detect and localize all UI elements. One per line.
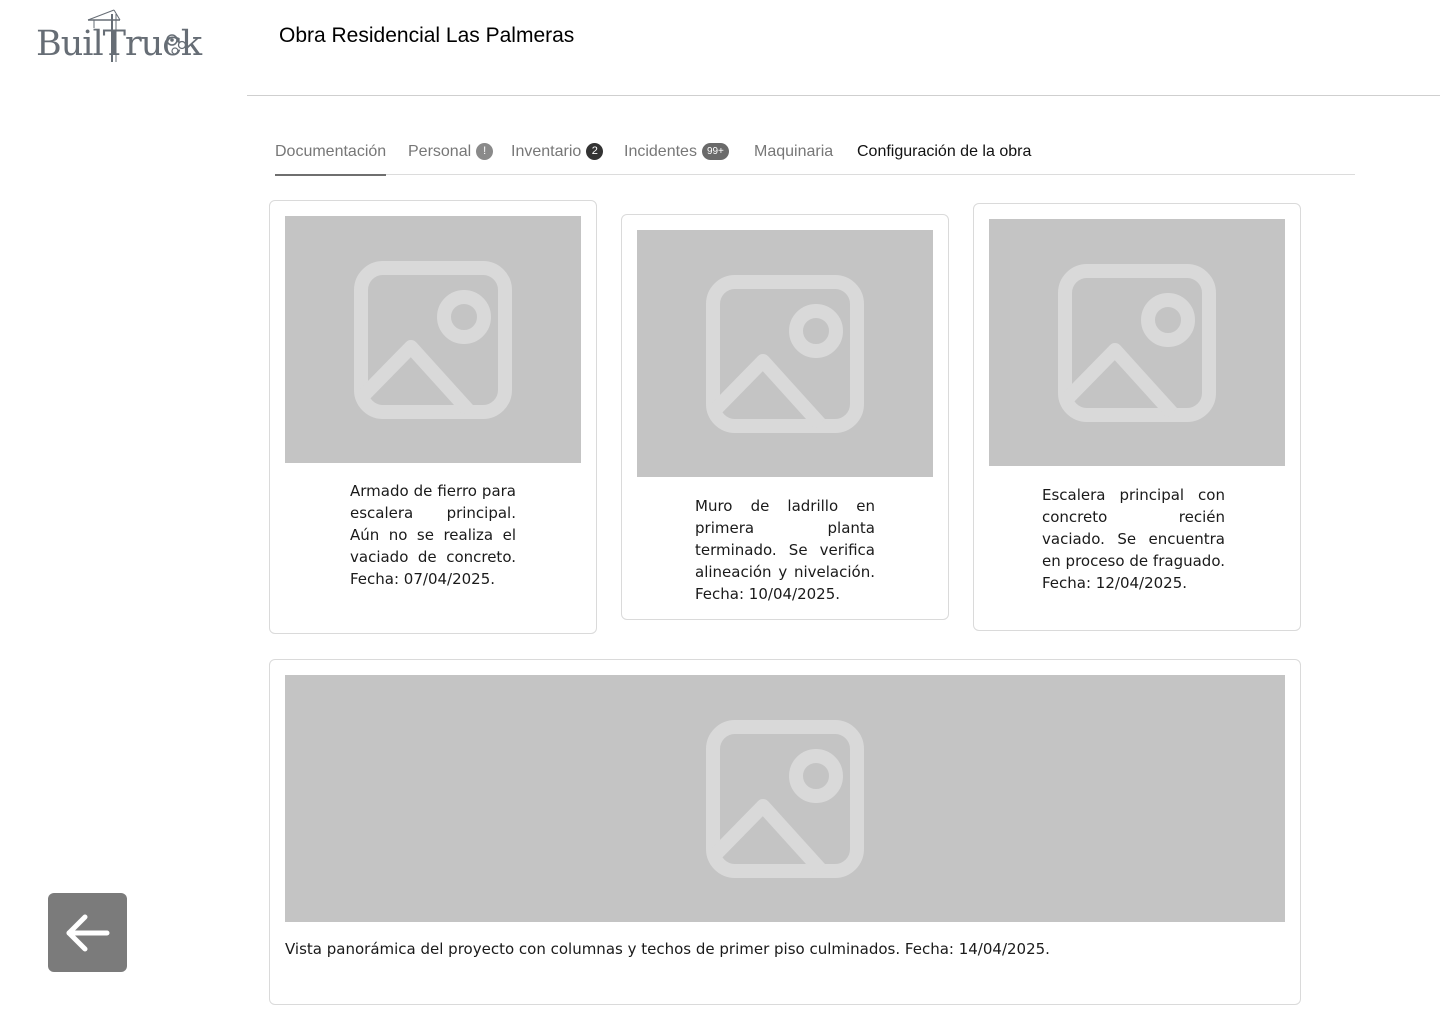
image-placeholder-icon	[706, 719, 864, 878]
alert-badge: !	[476, 143, 494, 160]
photo-caption: Vista panorámica del proyecto con column…	[285, 940, 1050, 958]
page-title: Obra Residencial Las Palmeras	[279, 24, 575, 47]
image-placeholder-icon	[354, 260, 512, 419]
photo-placeholder[interactable]	[989, 219, 1285, 466]
photo-placeholder[interactable]	[285, 216, 581, 463]
tab-personal[interactable]: Personal !	[408, 138, 494, 175]
image-placeholder-icon	[1058, 263, 1216, 422]
tab-label: Configuración de la obra	[857, 143, 1032, 160]
tab-configuracion[interactable]: Configuración de la obra	[857, 138, 1031, 175]
gallery-card[interactable]: Escalera principal con concreto recién v…	[973, 203, 1301, 631]
tab-inventario[interactable]: Inventario 2	[511, 138, 604, 175]
tab-label: Documentación	[275, 143, 387, 160]
photo-placeholder[interactable]	[285, 675, 1285, 922]
tab-label: Inventario	[511, 143, 582, 160]
gallery-card[interactable]: Armado de fierro para escalera principal…	[269, 200, 597, 634]
count-badge: 99+	[701, 143, 729, 160]
arrow-left-icon	[66, 914, 109, 951]
photo-caption: Armado de fierro para escalera principal…	[350, 482, 516, 588]
tab-bar: Documentación Personal ! Inventario 2 In…	[275, 138, 1355, 176]
gallery-card-wide[interactable]: Vista panorámica del proyecto con column…	[269, 659, 1301, 1005]
photo-caption: Muro de ladrillo en primera planta termi…	[695, 497, 875, 603]
tab-documentacion[interactable]: Documentación	[275, 138, 387, 176]
logo-wordmark: BuilTruck	[36, 24, 202, 64]
gallery-card[interactable]: Muro de ladrillo en primera planta termi…	[621, 214, 949, 620]
tab-label: Personal	[408, 143, 472, 160]
photo-caption: Escalera principal con concreto recién v…	[1042, 486, 1225, 592]
image-placeholder-icon	[706, 274, 864, 433]
count-badge: 2	[586, 143, 604, 160]
tab-label: Maquinaria	[754, 143, 834, 160]
builtruck-logo[interactable]: BuilTruck	[36, 8, 202, 68]
tab-label: Incidentes	[624, 143, 697, 160]
back-button[interactable]	[48, 893, 127, 972]
photo-placeholder[interactable]	[637, 230, 933, 477]
header-divider	[247, 95, 1440, 96]
tab-maquinaria[interactable]: Maquinaria	[754, 138, 833, 175]
tab-incidentes[interactable]: Incidentes 99+	[624, 138, 729, 175]
